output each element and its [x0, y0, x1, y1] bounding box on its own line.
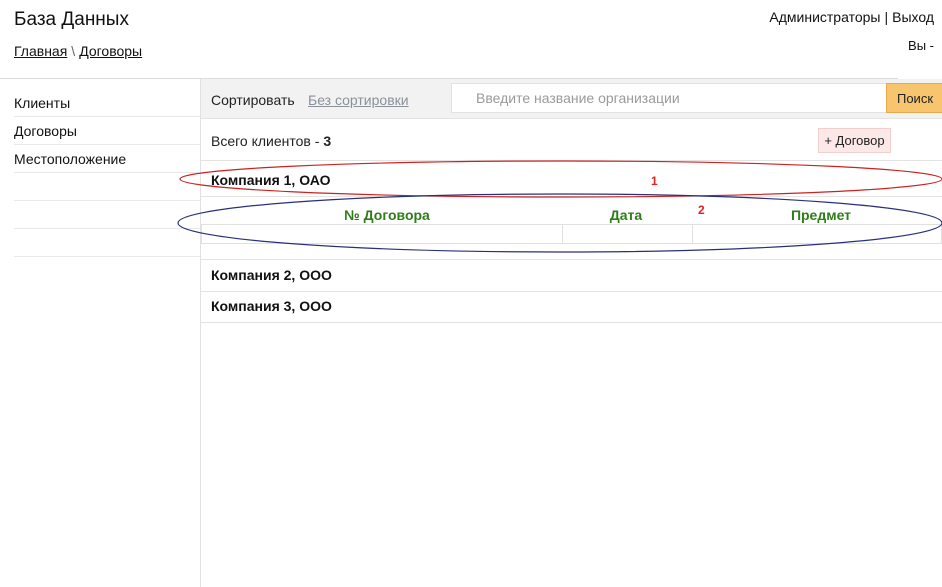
add-contract-button[interactable]: + Договор	[818, 128, 891, 153]
annotation-number-1: 1	[651, 174, 658, 188]
sidebar-item-empty-2	[14, 201, 200, 229]
total-clients-count: 3	[323, 133, 332, 149]
search-input[interactable]	[451, 83, 887, 113]
breadcrumb: Главная \ Договоры	[14, 43, 142, 59]
sort-label: Сортировать	[211, 92, 295, 108]
sort-selector[interactable]: Без сортировки	[308, 92, 409, 108]
breadcrumb-current[interactable]: Договоры	[79, 43, 142, 59]
breadcrumb-separator: \	[71, 43, 76, 59]
company-row-3[interactable]: Компания 3, ООО	[211, 298, 332, 314]
table-cell	[692, 224, 942, 244]
sidebar-item-clients[interactable]: Клиенты	[14, 89, 200, 117]
divider	[201, 291, 942, 292]
logout-link[interactable]: Выход	[892, 9, 934, 25]
column-header-subject[interactable]: Предмет	[741, 207, 901, 223]
top-nav: Администраторы | Выход	[769, 9, 934, 25]
search-button[interactable]: Поиск	[886, 83, 942, 113]
sidebar-item-location[interactable]: Местоположение	[14, 145, 200, 173]
breadcrumb-home[interactable]: Главная	[14, 43, 67, 59]
divider	[201, 160, 942, 161]
admins-link[interactable]: Администраторы	[769, 9, 880, 25]
sidebar-item-empty-1	[14, 173, 200, 201]
divider	[201, 196, 942, 197]
table-cell	[562, 224, 693, 244]
column-header-contract-number[interactable]: № Договора	[297, 207, 477, 223]
toolbar: Сортировать Без сортировки Поиск	[201, 79, 942, 119]
app-title: База Данных	[14, 9, 129, 30]
total-clients: Всего клиентов - 3	[211, 133, 331, 149]
sidebar-item-empty-3	[14, 229, 200, 257]
table-cell	[201, 224, 563, 244]
sidebar-item-contracts[interactable]: Договоры	[14, 117, 200, 145]
column-header-date[interactable]: Дата	[563, 207, 689, 223]
company-row-1[interactable]: Компания 1, ОАО	[211, 172, 331, 188]
divider	[201, 259, 942, 260]
current-user: Вы -	[908, 38, 934, 53]
total-clients-label: Всего клиентов -	[211, 133, 320, 149]
annotation-number-2: 2	[698, 203, 705, 217]
top-nav-separator: |	[884, 9, 889, 25]
contracts-table: № Договора Дата Предмет	[201, 201, 942, 245]
company-row-2[interactable]: Компания 2, ООО	[211, 267, 332, 283]
sidebar: Клиенты Договоры Местоположение	[0, 79, 201, 587]
divider	[201, 322, 942, 323]
